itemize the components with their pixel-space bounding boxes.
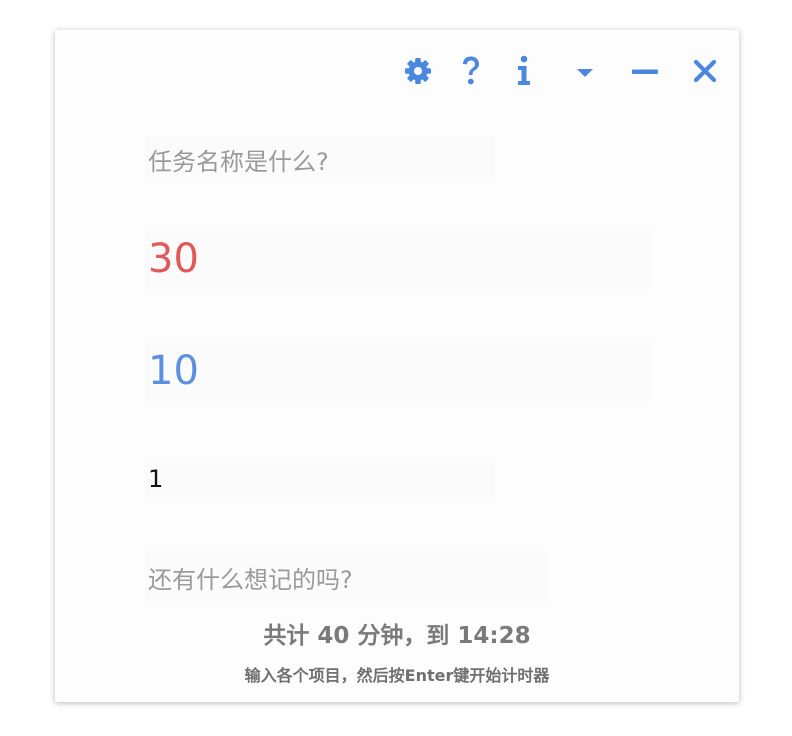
info-icon	[515, 55, 533, 87]
minimize-button[interactable]	[627, 54, 663, 88]
work-minutes-input[interactable]: 30	[145, 226, 649, 292]
close-button[interactable]	[687, 54, 723, 88]
usage-hint: 输入各个项目，然后按Enter键开始计时器	[244, 666, 550, 685]
dropdown-button[interactable]	[567, 54, 603, 88]
task-name-placeholder: 任务名称是什么?	[148, 147, 329, 176]
task-name-input[interactable]: 任务名称是什么?	[145, 136, 495, 182]
question-icon	[459, 55, 483, 87]
title-bar	[55, 30, 739, 110]
work-minutes-value: 30	[148, 236, 199, 282]
caret-down-icon	[575, 61, 595, 81]
help-button[interactable]	[453, 54, 489, 88]
app-window: 任务名称是什么? 30 10 1 还有什么想记的吗? 共计 40 分钟，到 14…	[55, 30, 739, 702]
total-time-summary: 共计 40 分钟，到 14:28	[263, 623, 531, 649]
minimize-icon	[631, 61, 659, 81]
about-button[interactable]	[506, 54, 542, 88]
break-minutes-input[interactable]: 10	[145, 338, 649, 404]
notes-input[interactable]: 还有什么想记的吗?	[145, 548, 545, 606]
close-icon	[693, 59, 717, 83]
settings-button[interactable]	[400, 54, 436, 88]
break-minutes-value: 10	[148, 348, 199, 394]
notes-placeholder: 还有什么想记的吗?	[148, 565, 353, 594]
gear-icon	[403, 56, 433, 86]
rounds-input[interactable]: 1	[145, 458, 495, 500]
rounds-value: 1	[148, 465, 164, 493]
